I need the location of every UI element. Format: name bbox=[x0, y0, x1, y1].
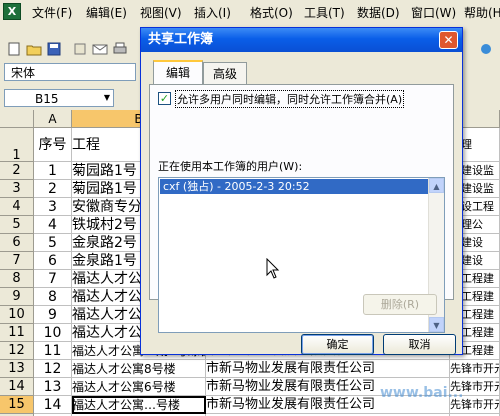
menu-tools[interactable]: 工具(T) bbox=[304, 4, 345, 21]
row-header[interactable]: 1 bbox=[0, 128, 34, 163]
tab-panel: ✓ 允许多用户同时编辑，同时允许工作簿合并(A) 正在使用本工作簿的用户(W):… bbox=[149, 84, 454, 333]
watermark: www.bai... bbox=[380, 385, 464, 401]
cancel-button[interactable]: 取消 bbox=[383, 334, 456, 355]
column-header-a[interactable]: A bbox=[34, 110, 72, 128]
table-cell[interactable]: 9 bbox=[34, 306, 72, 324]
users-list-label: 正在使用本工作簿的用户(W): bbox=[158, 160, 303, 173]
table-cell[interactable]: 14 bbox=[34, 396, 72, 414]
print-icon[interactable] bbox=[112, 42, 128, 56]
table-cell[interactable]: 序号 bbox=[34, 128, 72, 162]
permission-icon[interactable] bbox=[72, 42, 88, 56]
select-all-corner[interactable] bbox=[0, 110, 34, 128]
tab-edit[interactable]: 编辑 bbox=[153, 60, 203, 84]
table-cell[interactable]: 11 bbox=[34, 342, 72, 360]
menu-view[interactable]: 视图(V) bbox=[140, 4, 182, 21]
mouse-cursor-icon bbox=[266, 258, 280, 279]
excel-icon: X bbox=[3, 3, 21, 20]
row-header[interactable]: 5 bbox=[0, 216, 34, 234]
menu-format[interactable]: 格式(O) bbox=[250, 4, 293, 21]
row-header[interactable]: 9 bbox=[0, 288, 34, 306]
menu-data[interactable]: 数据(D) bbox=[357, 4, 400, 21]
table-cell[interactable]: 1 bbox=[34, 162, 72, 180]
table-cell[interactable]: 7 bbox=[34, 270, 72, 288]
row-header[interactable]: 10 bbox=[0, 306, 34, 324]
row-header[interactable]: 6 bbox=[0, 234, 34, 252]
table-cell[interactable]: 4 bbox=[34, 216, 72, 234]
menu-bar: X 文件(F) 编辑(E) 视图(V) 插入(I) 格式(O) 工具(T) 数据… bbox=[0, 0, 500, 23]
table-cell[interactable]: 10 bbox=[34, 324, 72, 342]
save-icon[interactable] bbox=[46, 42, 62, 56]
row-header[interactable]: 7 bbox=[0, 252, 34, 270]
scroll-down-icon[interactable]: ▼ bbox=[429, 317, 444, 332]
row-header[interactable]: 14 bbox=[0, 378, 34, 396]
menu-window[interactable]: 窗口(W) bbox=[411, 4, 456, 21]
table-cell[interactable]: 3 bbox=[34, 198, 72, 216]
ok-button[interactable]: 确定 bbox=[301, 334, 374, 355]
row-header[interactable]: 3 bbox=[0, 180, 34, 198]
scroll-up-icon[interactable]: ▲ bbox=[429, 178, 444, 193]
row-header[interactable]: 11 bbox=[0, 324, 34, 342]
table-cell[interactable]: 市新马物业发展有限责任公司 bbox=[206, 360, 450, 378]
new-file-icon[interactable] bbox=[6, 42, 22, 56]
menu-file[interactable]: 文件(F) bbox=[32, 4, 72, 21]
menu-edit[interactable]: 编辑(E) bbox=[86, 4, 127, 21]
table-cell[interactable]: 福达人才公寓8号楼 bbox=[72, 360, 206, 378]
share-workbook-dialog: 共享工作簿 ✕ 编辑 高级 ✓ 允许多用户同时编辑，同时允许工作簿合并(A) 正… bbox=[140, 27, 463, 355]
chevron-down-icon[interactable]: ▼ bbox=[100, 89, 114, 107]
name-box[interactable]: B15 bbox=[4, 89, 114, 107]
row-header[interactable]: 8 bbox=[0, 270, 34, 288]
mail-icon[interactable] bbox=[92, 42, 108, 56]
allow-multi-user-checkbox[interactable]: ✓ bbox=[158, 92, 171, 105]
table-cell[interactable]: 5 bbox=[34, 234, 72, 252]
menu-help[interactable]: 帮助(H) bbox=[464, 4, 500, 21]
table-cell[interactable]: 13 bbox=[34, 378, 72, 396]
table-cell[interactable]: 8 bbox=[34, 288, 72, 306]
open-folder-icon[interactable] bbox=[26, 42, 42, 56]
allow-multi-user-label[interactable]: 允许多用户同时编辑，同时允许工作簿合并(A) bbox=[175, 90, 405, 108]
delete-button[interactable]: 删除(R) bbox=[363, 294, 437, 315]
table-cell[interactable]: 2 bbox=[34, 180, 72, 198]
row-header[interactable]: 4 bbox=[0, 198, 34, 216]
row-header[interactable]: 13 bbox=[0, 360, 34, 378]
table-cell[interactable]: 12 bbox=[34, 360, 72, 378]
more-tools-icon[interactable] bbox=[478, 42, 494, 56]
table-cell[interactable]: 6 bbox=[34, 252, 72, 270]
row-header[interactable]: 15 bbox=[0, 396, 34, 414]
close-icon[interactable]: ✕ bbox=[439, 31, 458, 49]
row-header[interactable]: 2 bbox=[0, 162, 34, 180]
table-cell[interactable]: 福达人才公寓…号楼 bbox=[72, 396, 206, 414]
tab-advanced[interactable]: 高级 bbox=[203, 62, 247, 84]
font-name-select[interactable]: 宋体 bbox=[4, 63, 136, 81]
menu-insert[interactable]: 插入(I) bbox=[194, 4, 231, 21]
row-header[interactable]: 12 bbox=[0, 342, 34, 360]
dialog-title: 共享工作簿 bbox=[141, 28, 462, 52]
table-cell[interactable]: 先锋市开元工程建 bbox=[450, 360, 500, 378]
table-cell[interactable]: 福达人才公寓6号楼 bbox=[72, 378, 206, 396]
list-item[interactable]: cxf (独占) - 2005-2-3 20:52 bbox=[160, 179, 428, 194]
